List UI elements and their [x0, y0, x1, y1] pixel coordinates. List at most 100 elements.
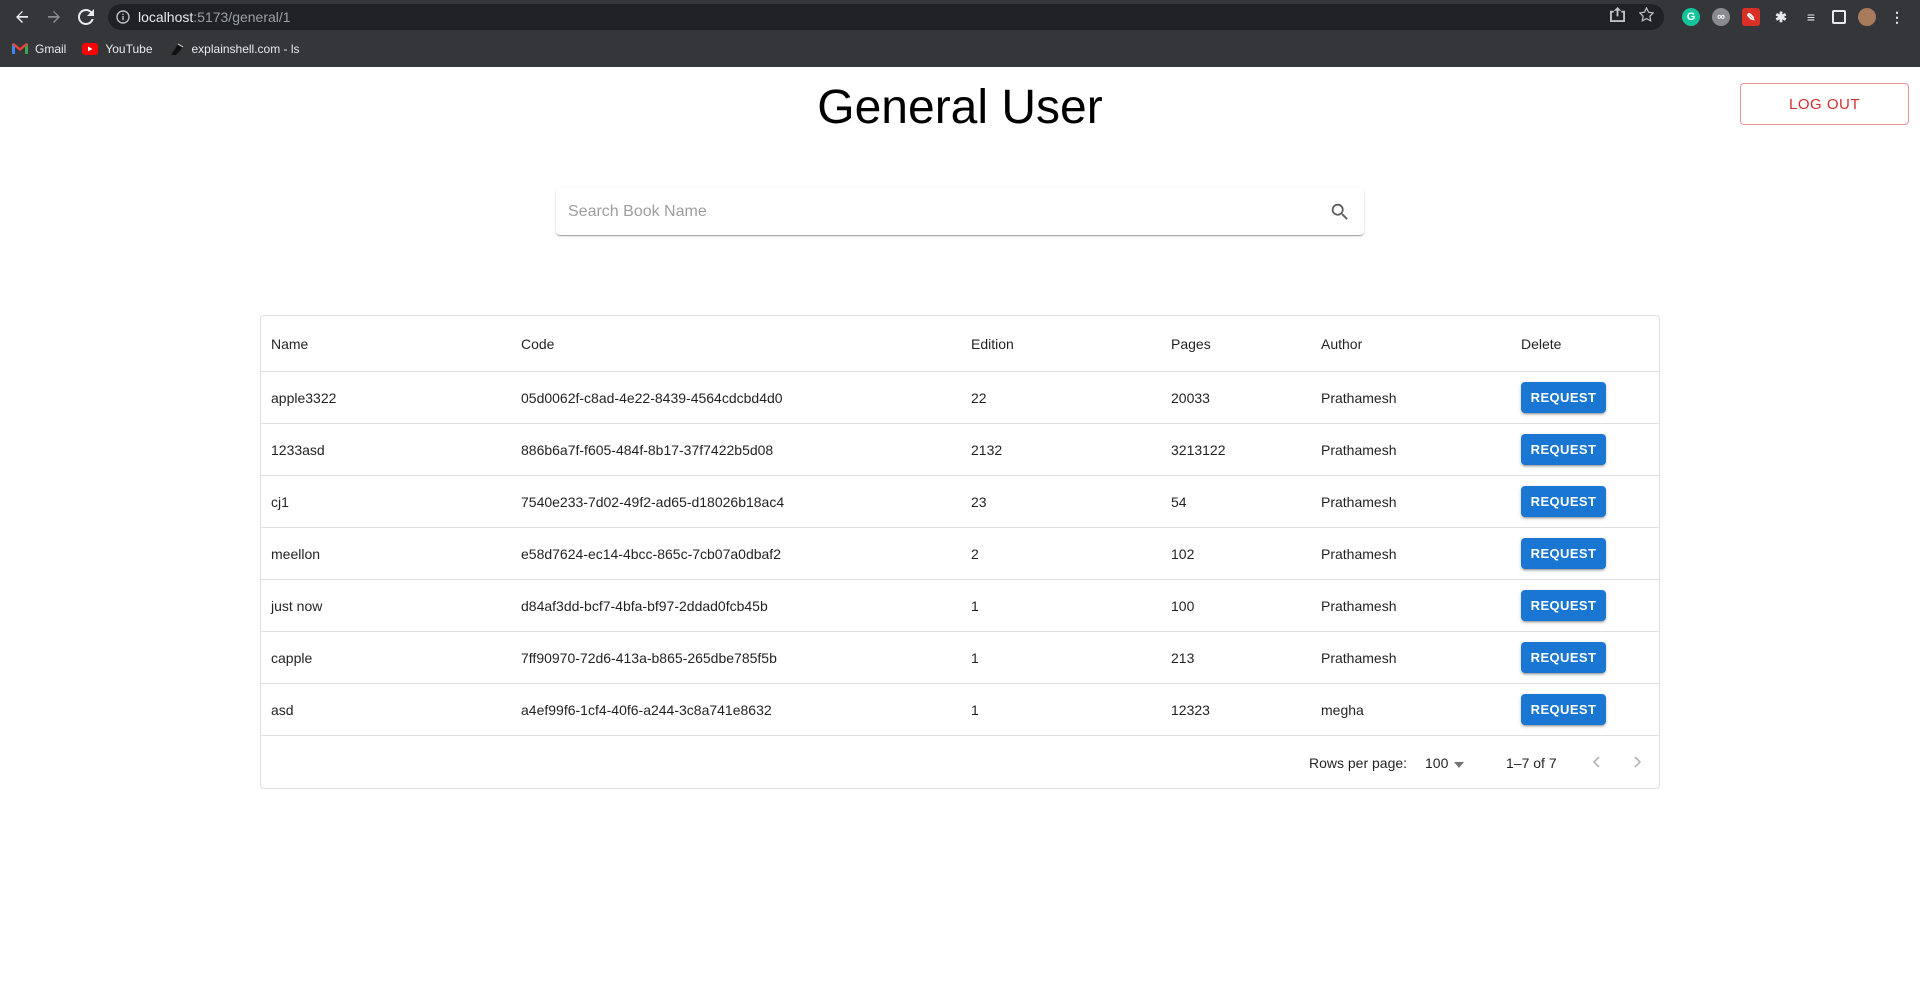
- table-row: asd a4ef99f6-1cf4-40f6-a244-3c8a741e8632…: [261, 684, 1659, 736]
- bookmark-label: YouTube: [105, 42, 153, 56]
- extensions-bar: G ∞ ✎ ✱ ≡ ⋮: [1682, 4, 1906, 30]
- cell-name: asd: [271, 701, 294, 718]
- request-button[interactable]: REQUEST: [1521, 434, 1606, 465]
- chevron-right-icon[interactable]: [1623, 748, 1651, 776]
- column-header-pages[interactable]: Pages: [1171, 316, 1211, 371]
- cell-edition: 1: [971, 649, 979, 666]
- cell-edition: 22: [971, 389, 987, 406]
- request-button[interactable]: REQUEST: [1521, 590, 1606, 621]
- cell-name: apple3322: [271, 389, 337, 406]
- cell-name: cj1: [271, 493, 289, 510]
- menu-kebab-icon[interactable]: ⋮: [1888, 8, 1906, 26]
- column-header-edition[interactable]: Edition: [971, 316, 1014, 371]
- share-icon[interactable]: [1610, 7, 1625, 27]
- search-icon[interactable]: [1316, 188, 1364, 235]
- cell-action: REQUEST: [1521, 632, 1606, 683]
- caret-down-icon: [1454, 755, 1465, 771]
- logout-button[interactable]: LOG OUT: [1740, 83, 1909, 125]
- browser-chrome: localhost:5173/general/1 G ∞ ✎ ✱ ≡ ⋮ Gm…: [0, 0, 1920, 67]
- table-row: apple3322 05d0062f-c8ad-4e22-8439-4564cd…: [261, 372, 1659, 424]
- cell-edition: 2: [971, 545, 979, 562]
- cell-action: REQUEST: [1521, 476, 1606, 527]
- books-table: Name Code Edition Pages Author Delete ap…: [260, 315, 1660, 789]
- back-icon[interactable]: [6, 1, 38, 33]
- cell-author: Prathamesh: [1321, 545, 1397, 562]
- cell-name: capple: [271, 649, 313, 666]
- owl-extension-icon[interactable]: ∞: [1712, 8, 1730, 26]
- pagination-range: 1–7 of 7: [1506, 754, 1557, 771]
- cell-code: d84af3dd-bcf7-4bfa-bf97-2ddad0fcb45b: [521, 597, 768, 614]
- cell-author: Prathamesh: [1321, 649, 1397, 666]
- table-row: 1233asd 886b6a7f-f605-484f-8b17-37f7422b…: [261, 424, 1659, 476]
- bookmark-youtube[interactable]: YouTube: [82, 42, 153, 56]
- cell-pages: 3213122: [1171, 441, 1226, 458]
- url-path: :5173/general/1: [193, 9, 291, 25]
- cell-action: REQUEST: [1521, 580, 1606, 631]
- cell-name: just now: [271, 597, 323, 614]
- bookmarks-bar: Gmail YouTube explainshell.com - ls: [0, 38, 300, 60]
- table-pagination: Rows per page: 100 1–7 of 7: [261, 736, 1659, 789]
- rows-per-page-select[interactable]: 100: [1425, 736, 1465, 789]
- bookmark-label: explainshell.com - ls: [191, 42, 300, 56]
- cell-code: 7ff90970-72d6-413a-b865-265dbe785f5b: [521, 649, 777, 666]
- reading-list-icon[interactable]: ≡: [1802, 8, 1820, 26]
- request-button[interactable]: REQUEST: [1521, 486, 1606, 517]
- column-header-name[interactable]: Name: [271, 316, 308, 371]
- rows-per-page-value: 100: [1425, 754, 1449, 771]
- cell-author: Prathamesh: [1321, 493, 1397, 510]
- reload-icon[interactable]: [70, 1, 102, 33]
- cell-edition: 2132: [971, 441, 1003, 458]
- bookmark-label: Gmail: [35, 42, 67, 56]
- cell-pages: 20033: [1171, 389, 1210, 406]
- request-button[interactable]: REQUEST: [1521, 694, 1606, 725]
- gmail-icon: [12, 43, 28, 55]
- cell-edition: 23: [971, 493, 987, 510]
- grammarly-icon[interactable]: G: [1682, 8, 1700, 26]
- cell-pages: 102: [1171, 545, 1195, 562]
- rows-per-page-label: Rows per page:: [1309, 754, 1408, 771]
- table-row: cj1 7540e233-7d02-49f2-ad65-d18026b18ac4…: [261, 476, 1659, 528]
- cell-action: REQUEST: [1521, 372, 1606, 423]
- side-panel-icon[interactable]: [1832, 10, 1846, 24]
- address-bar[interactable]: localhost:5173/general/1: [108, 4, 1664, 30]
- cell-author: Prathamesh: [1321, 597, 1397, 614]
- column-header-code[interactable]: Code: [521, 316, 554, 371]
- youtube-icon: [82, 43, 99, 55]
- column-header-author[interactable]: Author: [1321, 316, 1362, 371]
- cell-edition: 1: [971, 701, 979, 718]
- cell-action: REQUEST: [1521, 684, 1606, 735]
- table-header-row: Name Code Edition Pages Author Delete: [261, 316, 1659, 372]
- site-info-icon[interactable]: [108, 10, 138, 24]
- cell-author: megha: [1321, 701, 1364, 718]
- table-row: capple 7ff90970-72d6-413a-b865-265dbe785…: [261, 632, 1659, 684]
- search-input[interactable]: [556, 188, 1316, 235]
- browser-toolbar: localhost:5173/general/1 G ∞ ✎ ✱ ≡ ⋮: [0, 0, 1920, 34]
- cell-code: a4ef99f6-1cf4-40f6-a244-3c8a741e8632: [521, 701, 772, 718]
- cell-name: meellon: [271, 545, 321, 562]
- cell-action: REQUEST: [1521, 528, 1606, 579]
- cell-author: Prathamesh: [1321, 441, 1397, 458]
- chevron-left-icon[interactable]: [1583, 748, 1611, 776]
- request-button[interactable]: REQUEST: [1521, 382, 1606, 413]
- bookmark-star-icon[interactable]: [1638, 6, 1655, 27]
- explainshell-icon: [169, 43, 185, 55]
- forward-icon[interactable]: [38, 1, 70, 33]
- bookmark-gmail[interactable]: Gmail: [12, 42, 66, 56]
- pdf-extension-icon[interactable]: ✎: [1742, 8, 1760, 26]
- url-host: localhost: [138, 9, 194, 25]
- cell-code: 05d0062f-c8ad-4e22-8439-4564cdcbd4d0: [521, 389, 783, 406]
- cell-code: 886b6a7f-f605-484f-8b17-37f7422b5d08: [521, 441, 774, 458]
- bookmark-explainshell[interactable]: explainshell.com - ls: [169, 42, 300, 56]
- request-button[interactable]: REQUEST: [1521, 538, 1606, 569]
- column-header-delete[interactable]: Delete: [1521, 316, 1561, 371]
- cell-code: 7540e233-7d02-49f2-ad65-d18026b18ac4: [521, 493, 785, 510]
- table-row: meellon e58d7624-ec14-4bcc-865c-7cb07a0d…: [261, 528, 1659, 580]
- cell-pages: 213: [1171, 649, 1195, 666]
- puzzle-icon[interactable]: ✱: [1772, 8, 1790, 26]
- request-button[interactable]: REQUEST: [1521, 642, 1606, 673]
- cell-pages: 100: [1171, 597, 1195, 614]
- cell-pages: 12323: [1171, 701, 1210, 718]
- cell-code: e58d7624-ec14-4bcc-865c-7cb07a0dbaf2: [521, 545, 781, 562]
- search-bar: [556, 188, 1364, 235]
- profile-avatar[interactable]: [1858, 8, 1876, 26]
